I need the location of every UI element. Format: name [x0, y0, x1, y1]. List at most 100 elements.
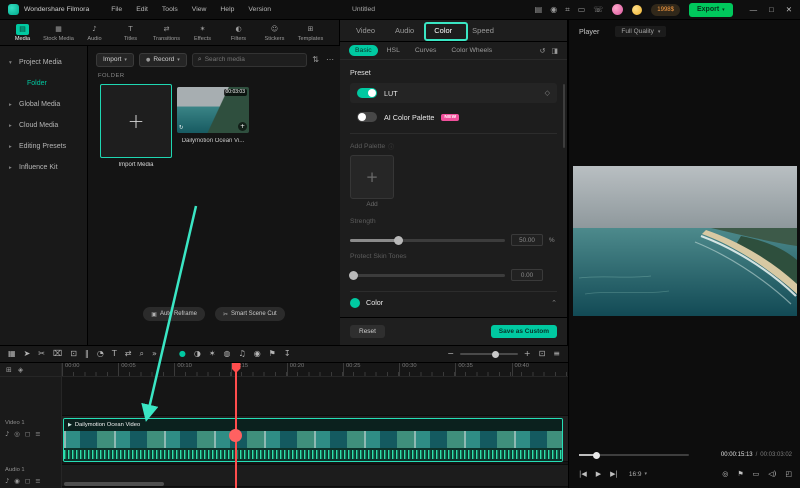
tab-audio[interactable]: Audio — [385, 26, 424, 35]
minimize-button[interactable]: — — [750, 5, 758, 14]
tab-effects[interactable]: ✶ Effects — [185, 24, 220, 42]
import-button[interactable]: Import ▾ — [96, 52, 134, 67]
subtab-curves[interactable]: Curves — [409, 45, 443, 56]
subtab-hsl[interactable]: HSL — [381, 45, 406, 56]
compare-icon[interactable]: ◨ — [551, 47, 558, 55]
zoom-slider[interactable] — [459, 350, 518, 358]
subtab-color-wheels[interactable]: Color Wheels — [445, 45, 498, 56]
marker-icon[interactable]: ⚑ — [269, 350, 276, 358]
lock-icon[interactable]: ◻ — [25, 477, 30, 485]
tab-templates[interactable]: ⊞ Templates — [293, 24, 328, 42]
menu-help[interactable]: Help — [213, 6, 241, 13]
protect-slider[interactable] — [349, 270, 505, 280]
export-button[interactable]: Export ▾ — [688, 2, 733, 17]
import-media-tile[interactable]: + — [100, 84, 172, 158]
close-button[interactable]: ✕ — [786, 5, 792, 14]
ai-palette-toggle[interactable] — [357, 112, 377, 122]
mute-icon[interactable]: ♪ — [5, 477, 9, 485]
crop-icon[interactable]: ⊡ — [70, 350, 77, 358]
more-options-icon[interactable]: ⋯ — [326, 55, 334, 64]
strength-slider[interactable] — [350, 235, 505, 245]
mute-icon[interactable]: ♪ — [5, 430, 9, 438]
next-frame-icon[interactable]: ▶| — [610, 470, 618, 478]
export-frame-icon[interactable]: ↧ — [284, 350, 291, 358]
tab-stickers[interactable]: ☺ Stickers — [257, 24, 292, 42]
smart-scene-cut-button[interactable]: ✂ Smart Scene Cut — [214, 307, 285, 321]
sidebar-item-cloud-media[interactable]: ▸ Cloud Media — [0, 115, 87, 136]
voiceover-icon[interactable]: ◉ — [254, 350, 261, 358]
tab-audio[interactable]: ♪ Audio — [77, 24, 112, 42]
menu-view[interactable]: View — [185, 6, 214, 13]
tab-stock-media[interactable]: ▦ Stock Media — [41, 24, 76, 42]
more-tools-icon[interactable]: » — [152, 350, 157, 358]
track-manage-icon[interactable]: ≡ — [553, 350, 560, 358]
effects-icon[interactable]: ✶ — [209, 350, 216, 358]
display-icon[interactable]: ▭ — [578, 5, 586, 14]
add-to-timeline-button[interactable]: + — [238, 122, 247, 131]
search-input[interactable] — [204, 56, 302, 63]
menu-tools[interactable]: Tools — [155, 6, 185, 13]
color-correction-icon[interactable]: ◑ — [194, 350, 201, 358]
save-as-custom-button[interactable]: Save as Custom — [490, 325, 557, 338]
blade-icon[interactable]: ✂ — [38, 350, 45, 358]
panel-layout-icon[interactable]: ▦ — [8, 350, 16, 358]
text-icon[interactable]: T — [112, 350, 117, 358]
playhead[interactable] — [231, 363, 241, 488]
scrollbar[interactable] — [563, 84, 565, 148]
tab-media[interactable]: ▤ Media — [5, 23, 40, 42]
zoom-tool-icon[interactable]: ⌕ — [139, 350, 143, 358]
seek-knob[interactable] — [592, 451, 600, 459]
zoom-slider-knob[interactable] — [491, 350, 499, 358]
sidebar-item-folder[interactable]: Folder — [0, 73, 87, 94]
record-button[interactable]: ● Record ▾ — [138, 52, 187, 67]
tab-video[interactable]: Video — [346, 26, 385, 35]
track-options-icon[interactable]: ≡ — [35, 477, 40, 485]
screen-record-icon[interactable]: ◉ — [550, 5, 557, 14]
sort-icon[interactable]: ⇅ — [312, 55, 319, 64]
zoom-out-icon[interactable]: − — [447, 350, 454, 358]
lock-icon[interactable]: ◻ — [25, 430, 30, 438]
fit-timeline-icon[interactable]: ⊡ — [539, 350, 546, 358]
fullscreen-icon[interactable]: ◰ — [785, 470, 792, 478]
track-options-icon[interactable]: ≡ — [35, 430, 40, 438]
strength-slider-knob[interactable] — [394, 235, 404, 245]
previous-frame-icon[interactable]: |◀ — [579, 470, 587, 478]
menu-edit[interactable]: Edit — [129, 6, 155, 13]
transition-icon[interactable]: ⇄ — [125, 350, 132, 358]
chroma-key-icon[interactable]: ● — [179, 350, 186, 358]
aspect-ratio-dropdown[interactable]: 16:9 ▾ — [629, 471, 647, 478]
coin-icon[interactable] — [632, 4, 643, 15]
seek-slider[interactable] — [579, 451, 689, 459]
add-palette-tile[interactable]: + — [350, 155, 394, 199]
mobile-icon[interactable]: ☏ — [593, 5, 603, 14]
delete-icon[interactable]: ⌧ — [53, 350, 62, 358]
audio-mixer-icon[interactable]: ♫ — [239, 350, 246, 358]
reset-button[interactable]: Reset — [350, 325, 385, 338]
sidebar-item-project-media[interactable]: ▾ Project Media — [0, 52, 87, 73]
solo-icon[interactable]: ◉ — [14, 477, 20, 485]
tab-speed[interactable]: Speed — [462, 26, 504, 35]
protect-value[interactable]: 0.00 — [511, 269, 543, 281]
collapse-icon[interactable]: ⌃ — [551, 299, 557, 307]
pointer-icon[interactable]: ➤ — [24, 350, 31, 358]
tab-titles[interactable]: T Titles — [113, 24, 148, 42]
menu-file[interactable]: File — [104, 6, 129, 13]
sidebar-item-influence-kit[interactable]: ▸ Influence Kit — [0, 157, 87, 178]
tab-filters[interactable]: ◐ Filters — [221, 24, 256, 42]
search-box[interactable]: ⌕ — [191, 52, 308, 67]
keyframe-icon[interactable]: ◇ — [545, 89, 550, 97]
quality-dropdown[interactable]: Full Quality ▾ — [615, 26, 667, 37]
user-avatar[interactable] — [612, 4, 624, 15]
subtab-basic[interactable]: Basic — [349, 45, 378, 56]
zoom-in-icon[interactable]: + — [524, 350, 531, 358]
split-icon[interactable]: ‖ — [85, 350, 89, 358]
strength-value[interactable]: 50.00 — [511, 234, 543, 246]
keyboard-shortcut-icon[interactable]: ⌗ — [565, 5, 570, 14]
reset-history-icon[interactable]: ↺ — [540, 47, 546, 55]
protect-slider-knob[interactable] — [349, 270, 358, 280]
timeline-ruler[interactable]: 00:00 00:05 00:10 00:15 00:20 00:25 00:30 00:35… — [62, 363, 568, 377]
menu-version[interactable]: Version — [241, 6, 278, 13]
auto-reframe-button[interactable]: ▣ Auto Reframe — [143, 307, 205, 321]
maximize-button[interactable]: □ — [769, 5, 774, 14]
play-icon[interactable]: ▶ — [596, 470, 601, 478]
